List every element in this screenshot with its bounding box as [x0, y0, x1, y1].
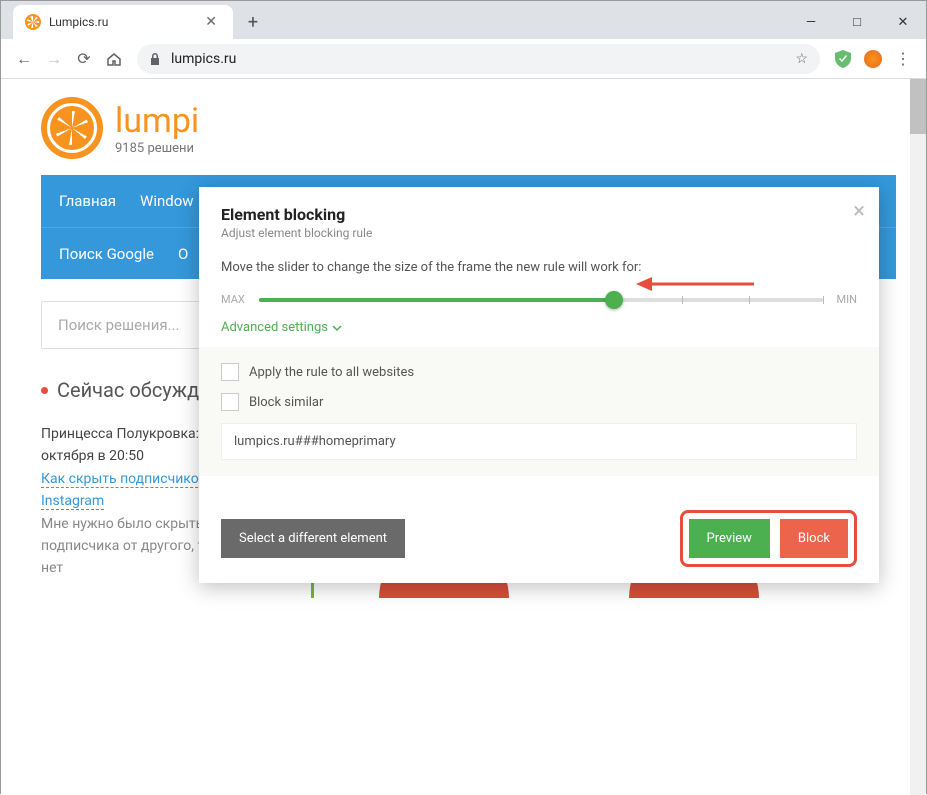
- block-similar-checkbox-row[interactable]: Block similar: [221, 393, 857, 411]
- apply-all-label: Apply the rule to all websites: [249, 365, 414, 380]
- action-buttons-highlight: Preview Block: [680, 510, 858, 567]
- rule-text-input[interactable]: [221, 423, 857, 460]
- block-similar-label: Block similar: [249, 395, 323, 410]
- element-blocking-modal: Element blocking Adjust element blocking…: [199, 187, 879, 583]
- slider-min-label: MIN: [837, 293, 857, 306]
- apply-all-checkbox[interactable]: [221, 363, 239, 381]
- bookmark-star-icon[interactable]: ☆: [795, 51, 808, 67]
- reload-button[interactable]: ⟳: [69, 44, 99, 74]
- slider-thumb[interactable]: [605, 291, 623, 309]
- forward-button[interactable]: →: [39, 44, 69, 74]
- advanced-settings-panel: Apply the rule to all websites Block sim…: [199, 347, 879, 476]
- block-button[interactable]: Block: [780, 519, 848, 558]
- comment-link[interactable]: Как скрыть подписчиков в Instagram: [41, 471, 218, 510]
- modal-title: Element blocking: [221, 205, 857, 224]
- modal-subtitle: Adjust element blocking rule: [221, 226, 857, 240]
- window-controls: — □ ✕: [788, 5, 926, 39]
- preview-button[interactable]: Preview: [689, 519, 770, 558]
- window-minimize-button[interactable]: —: [788, 5, 834, 39]
- adguard-extension-icon[interactable]: [832, 48, 854, 70]
- home-icon: [106, 51, 122, 67]
- advanced-settings-toggle[interactable]: Advanced settings: [221, 320, 857, 335]
- modal-footer: Select a different element Preview Block: [199, 494, 879, 583]
- vertical-scrollbar[interactable]: [910, 79, 926, 795]
- tab-title: Lumpics.ru: [49, 15, 201, 29]
- chrome-titlebar: Lumpics.ru ✕ + — □ ✕: [1, 1, 926, 39]
- slider-max-label: MAX: [221, 293, 245, 306]
- site-title: lumpi: [115, 101, 199, 141]
- home-button[interactable]: [99, 44, 129, 74]
- select-different-button[interactable]: Select a different element: [221, 519, 405, 558]
- menu-button[interactable]: ⋮: [888, 44, 918, 74]
- scrollbar-thumb[interactable]: [910, 79, 926, 134]
- page-viewport: lumpi 9185 решени Главная Window Поиск G…: [1, 79, 926, 795]
- window-maximize-button[interactable]: □: [834, 5, 880, 39]
- extension-icon[interactable]: [862, 48, 884, 70]
- new-tab-button[interactable]: +: [239, 8, 267, 36]
- nav-search[interactable]: Поиск Google: [59, 245, 154, 263]
- lock-icon: [149, 52, 161, 66]
- browser-toolbar: ← → ⟳ lumpics.ru ☆ ⋮: [1, 39, 926, 79]
- slider-fill: [259, 298, 614, 302]
- nav-about[interactable]: О: [178, 245, 188, 263]
- address-bar[interactable]: lumpics.ru ☆: [137, 44, 820, 74]
- browser-tab[interactable]: Lumpics.ru ✕: [13, 5, 233, 39]
- back-button[interactable]: ←: [9, 44, 39, 74]
- site-header: lumpi 9185 решени: [41, 97, 896, 159]
- size-slider[interactable]: MAX MIN: [221, 293, 857, 306]
- tab-close-icon[interactable]: ✕: [201, 14, 221, 30]
- url-host: lumpics.ru: [171, 51, 236, 67]
- block-similar-checkbox[interactable]: [221, 393, 239, 411]
- site-subtitle: 9185 решени: [115, 141, 199, 156]
- window-close-button[interactable]: ✕: [880, 5, 926, 39]
- apply-all-checkbox-row[interactable]: Apply the rule to all websites: [221, 363, 857, 381]
- slider-track[interactable]: [259, 298, 823, 302]
- slider-description: Move the slider to change the size of th…: [221, 260, 857, 275]
- site-logo[interactable]: [41, 97, 103, 159]
- modal-close-button[interactable]: ×: [853, 199, 865, 224]
- nav-home[interactable]: Главная: [59, 192, 116, 210]
- tab-favicon: [25, 14, 41, 30]
- chevron-down-icon: [332, 323, 342, 333]
- nav-windows[interactable]: Window: [140, 192, 194, 210]
- annotation-arrow-icon: [636, 274, 756, 294]
